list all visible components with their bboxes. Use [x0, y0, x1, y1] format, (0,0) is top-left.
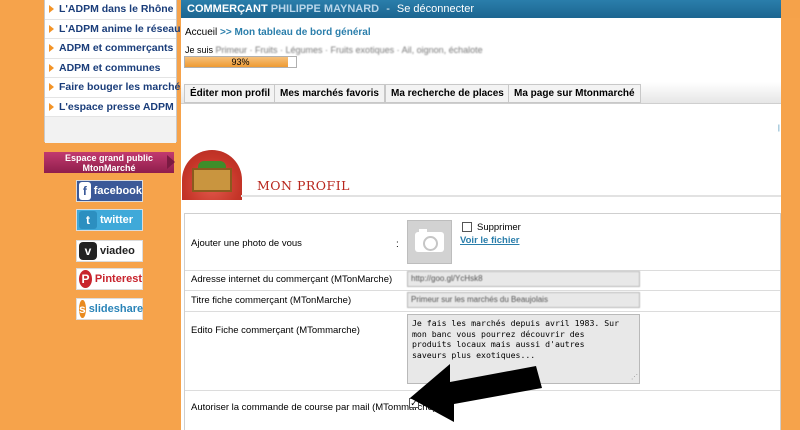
facebook-label: facebook: [93, 185, 142, 197]
tab-marches-favoris[interactable]: Mes marchés favoris: [274, 84, 385, 103]
espace-line-2: MtonMarché: [82, 163, 136, 173]
sidebar-item-label: L'espace presse ADPM: [59, 100, 174, 113]
sidebar-item-adpm-reseau[interactable]: L'ADPM anime le réseau: [45, 20, 181, 39]
profile-progress-bar: 93%: [184, 56, 297, 68]
view-file-link[interactable]: Voir le fichier: [460, 235, 519, 246]
pinterest-icon: P: [79, 270, 92, 288]
viadeo-link[interactable]: v viadeo: [76, 240, 143, 262]
bullet-arrow-icon: [49, 63, 54, 72]
tab-editer-profil[interactable]: Éditer mon profil: [184, 84, 276, 103]
sidebar-item-bouger-marches[interactable]: Faire bouger les marchés: [45, 78, 186, 98]
je-suis-line: Je suis Primeur · Fruits · Légumes · Fru…: [185, 45, 483, 55]
edito-text: Je fais les marchés depuis avril 1983. S…: [412, 318, 620, 360]
section-title: MON PROFIL: [257, 178, 350, 193]
black-arrow-annotation: [410, 364, 542, 422]
arrow-right-icon: [167, 155, 175, 169]
espace-grand-public-button[interactable]: Espace grand public MtonMarché: [44, 152, 175, 173]
title-input[interactable]: Primeur sur les marchés du Beaujolais: [407, 292, 640, 308]
facebook-link[interactable]: f facebook: [76, 180, 143, 202]
sidebar-item-label: ADPM et communes: [59, 61, 161, 74]
photo-upload[interactable]: [407, 220, 452, 264]
breadcrumb-arrow: >>: [220, 27, 232, 38]
je-suis-label: Je suis: [185, 45, 214, 55]
resize-grip-icon[interactable]: ⋰: [631, 372, 638, 383]
title-label: Titre fiche commerçant (MTonMarche): [191, 295, 352, 306]
profile-section-header: MON PROFIL: [181, 150, 781, 200]
photo-label: Ajouter une photo de vous: [191, 238, 302, 249]
bullet-arrow-icon: [49, 24, 54, 33]
sidebar-nav-footer: [45, 117, 176, 143]
sidebar-item-adpm-rhone[interactable]: L'ADPM dans le Rhône: [45, 0, 176, 20]
sidebar-item-label: L'ADPM dans le Rhône: [59, 3, 174, 15]
top-bar: COMMERÇANT PHILIPPE MAYNARD - Se déconne…: [181, 0, 781, 18]
twitter-bird-icon: t: [79, 211, 97, 229]
viadeo-label: viadeo: [100, 245, 135, 257]
delete-photo-label: Supprimer: [477, 222, 521, 233]
slideshare-link[interactable]: s slideshare: [76, 298, 143, 320]
je-suis-value: Primeur · Fruits · Légumes · Fruits exot…: [215, 45, 483, 55]
edito-label: Edito Fiche commerçant (MTommarche): [191, 325, 360, 336]
facebook-icon: f: [79, 182, 91, 200]
sidebar-item-adpm-commercants[interactable]: ADPM et commerçants: [45, 39, 176, 59]
right-background-strip: [781, 18, 800, 430]
camera-icon: [415, 229, 444, 252]
espace-line-1: Espace grand public: [64, 153, 154, 163]
logout-link[interactable]: Se déconnecter: [397, 3, 474, 15]
delete-photo-checkbox[interactable]: [462, 222, 472, 232]
left-sidebar: L'ADPM dans le Rhône L'ADPM anime le rés…: [0, 0, 186, 430]
slideshare-label: slideshare: [88, 303, 144, 315]
pinterest-label: Pinterest: [94, 273, 142, 285]
progress-text: 93%: [231, 57, 250, 67]
section-divider: [241, 195, 781, 197]
tab-page-mtonmarche[interactable]: Ma page sur Mtonmarché: [508, 84, 641, 103]
sidebar-item-label: L'ADPM anime le réseau: [59, 22, 181, 35]
sidebar-item-espace-presse[interactable]: L'espace presse ADPM: [45, 98, 176, 117]
url-label: Adresse internet du commerçant (MTonMarc…: [191, 274, 393, 285]
url-input[interactable]: http://goo.gl/YcHsk8: [407, 271, 640, 287]
breadcrumb-home[interactable]: Accueil: [185, 27, 217, 38]
header-separator: -: [386, 3, 390, 15]
sidebar-item-label: Faire bouger les marchés: [59, 81, 187, 93]
mail-order-label: Autoriser la commande de course par mail…: [191, 402, 436, 413]
vegetable-basket-icon: [182, 150, 242, 200]
twitter-link[interactable]: t twitter: [76, 209, 143, 231]
breadcrumb: Accueil >> Mon tableau de bord général: [185, 27, 371, 38]
tab-recherche-places[interactable]: Ma recherche de places: [385, 84, 510, 103]
photo-colon: :: [396, 239, 399, 250]
pinterest-link[interactable]: P Pinterest: [76, 268, 143, 290]
bullet-arrow-icon: [49, 44, 54, 52]
side-marker: |: [778, 125, 780, 132]
crate-shape: [192, 168, 232, 192]
bullet-arrow-icon: [49, 102, 54, 111]
bullet-arrow-icon: [49, 5, 54, 13]
twitter-label: twitter: [100, 214, 133, 226]
user-role: COMMERÇANT: [187, 3, 268, 15]
slideshare-icon: s: [79, 300, 86, 318]
sidebar-nav: L'ADPM dans le Rhône L'ADPM anime le rés…: [44, 0, 186, 143]
row-divider: [185, 311, 780, 312]
sidebar-item-label: ADPM et commerçants: [59, 42, 174, 54]
viadeo-icon: v: [79, 242, 97, 260]
bullet-arrow-icon: [49, 83, 54, 91]
user-name: PHILIPPE MAYNARD: [270, 3, 380, 15]
sidebar-item-adpm-communes[interactable]: ADPM et communes: [45, 59, 176, 78]
row-divider: [185, 290, 780, 291]
breadcrumb-current: Mon tableau de bord général: [234, 27, 371, 38]
